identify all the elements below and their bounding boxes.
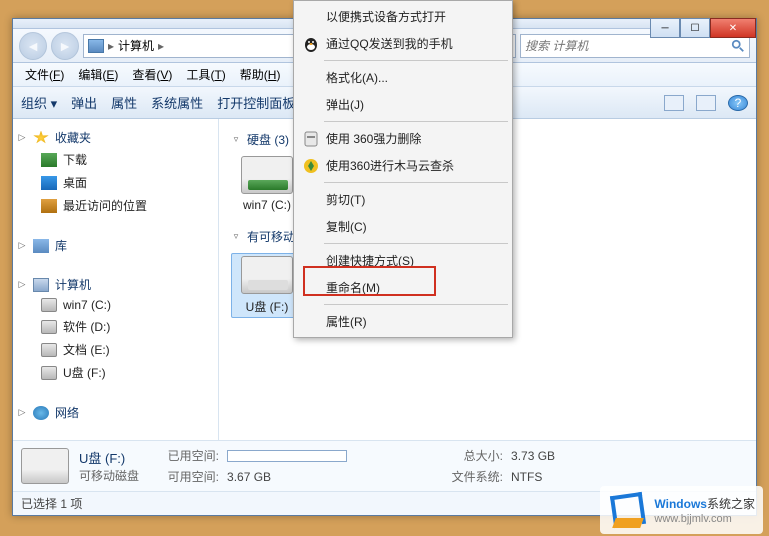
cm-format[interactable]: 格式化(A)... <box>296 64 510 91</box>
network-head[interactable]: ▷网络 <box>17 402 214 423</box>
cm-eject[interactable]: 弹出(J) <box>296 91 510 118</box>
drive-icon <box>41 366 57 380</box>
filesystem-label: 文件系统: <box>433 468 503 485</box>
computer-icon <box>88 39 104 53</box>
preview-pane-icon[interactable] <box>696 95 716 111</box>
watermark-logo-icon <box>608 490 648 530</box>
back-button[interactable]: ◄ <box>19 32 47 60</box>
eject-button[interactable]: 弹出 <box>71 93 97 112</box>
sidebar-item-recent[interactable]: 最近访问的位置 <box>17 194 214 217</box>
selected-drive-name: U盘 (F:) <box>79 448 139 467</box>
desktop-icon <box>41 176 57 190</box>
breadcrumb-item[interactable]: 计算机 <box>118 37 154 54</box>
sys-properties-button[interactable]: 系统属性 <box>151 93 203 112</box>
used-space-bar <box>227 450 347 462</box>
search-input[interactable] <box>525 39 731 53</box>
details-pane: U盘 (F:) 可移动磁盘 已用空间: 总大小: 3.73 GB 可用空间: 3… <box>13 440 756 491</box>
close-button[interactable]: ✕ <box>710 18 756 38</box>
cm-open-portable[interactable]: 以便携式设备方式打开 <box>296 3 510 30</box>
selection-count: 已选择 1 项 <box>21 495 82 512</box>
sidebar-item-drive-d[interactable]: 软件 (D:) <box>17 315 214 338</box>
menu-file[interactable]: 文件(F) <box>19 64 70 85</box>
watermark: Windows系统之家 www.bjjmlv.com <box>600 486 763 534</box>
cm-separator <box>324 182 508 183</box>
menu-view[interactable]: 查看(V) <box>126 64 178 85</box>
drive-icon <box>41 298 57 312</box>
recent-icon <box>41 199 57 213</box>
cm-360-delete[interactable]: 使用 360强力删除 <box>296 125 510 152</box>
total-size-label: 总大小: <box>433 447 503 464</box>
drive-icon <box>41 343 57 357</box>
star-icon <box>33 131 49 145</box>
sidebar: ▷收藏夹 下载 桌面 最近访问的位置 ▷库 ▷计算机 win7 (C:) 软件 … <box>13 119 219 440</box>
drive-icon <box>41 320 57 334</box>
control-panel-button[interactable]: 打开控制面板 <box>217 93 295 112</box>
cm-separator <box>324 243 508 244</box>
cm-cut[interactable]: 剪切(T) <box>296 186 510 213</box>
breadcrumb-sep: ▸ <box>158 39 164 53</box>
cm-separator <box>324 60 508 61</box>
minimize-button[interactable]: ─ <box>650 18 680 38</box>
favorites-head[interactable]: ▷收藏夹 <box>17 127 214 148</box>
context-menu: 以便携式设备方式打开 通过QQ发送到我的手机 格式化(A)... 弹出(J) 使… <box>293 0 513 338</box>
cm-360-scan[interactable]: 使用360进行木马云查杀 <box>296 152 510 179</box>
cm-copy[interactable]: 复制(C) <box>296 213 510 240</box>
library-icon <box>33 239 49 253</box>
maximize-button[interactable]: ☐ <box>680 18 710 38</box>
cm-create-shortcut[interactable]: 创建快捷方式(S) <box>296 247 510 274</box>
360-scan-icon <box>302 157 320 175</box>
menu-tools[interactable]: 工具(T) <box>180 64 231 85</box>
help-icon[interactable]: ? <box>728 95 748 111</box>
qq-icon <box>302 35 320 53</box>
free-space-value: 3.67 GB <box>227 470 287 484</box>
search-icon[interactable] <box>731 39 745 53</box>
cm-send-qq[interactable]: 通过QQ发送到我的手机 <box>296 30 510 57</box>
sidebar-item-desktop[interactable]: 桌面 <box>17 171 214 194</box>
drive-icon <box>241 156 293 194</box>
breadcrumb-sep: ▸ <box>108 39 114 53</box>
libraries-head[interactable]: ▷库 <box>17 235 214 256</box>
download-icon <box>41 153 57 167</box>
properties-button[interactable]: 属性 <box>111 93 137 112</box>
sidebar-item-drive-e[interactable]: 文档 (E:) <box>17 338 214 361</box>
computer-head[interactable]: ▷计算机 <box>17 274 214 295</box>
computer-icon <box>33 278 49 292</box>
cm-properties[interactable]: 属性(R) <box>296 308 510 335</box>
total-size-value: 3.73 GB <box>511 449 591 463</box>
free-space-label: 可用空间: <box>149 468 219 485</box>
sidebar-item-drive-f[interactable]: U盘 (F:) <box>17 361 214 384</box>
drive-thumbnail-icon <box>21 448 69 484</box>
organize-button[interactable]: 组织 ▾ <box>21 93 57 112</box>
cm-separator <box>324 121 508 122</box>
selected-drive-type: 可移动磁盘 <box>79 467 139 484</box>
watermark-brand2: 系统之家 <box>707 497 755 511</box>
cm-separator <box>324 304 508 305</box>
forward-button[interactable]: ► <box>51 32 79 60</box>
sidebar-item-drive-c[interactable]: win7 (C:) <box>17 295 214 315</box>
sidebar-item-downloads[interactable]: 下载 <box>17 148 214 171</box>
used-space-label: 已用空间: <box>149 447 219 464</box>
usb-drive-icon <box>241 256 293 294</box>
cm-rename[interactable]: 重命名(M) <box>296 274 510 301</box>
360-delete-icon <box>302 130 320 148</box>
view-options-icon[interactable] <box>664 95 684 111</box>
network-icon <box>33 406 49 420</box>
menu-edit[interactable]: 编辑(E) <box>72 64 124 85</box>
watermark-brand1: Windows <box>654 497 707 511</box>
menu-help[interactable]: 帮助(H) <box>234 64 287 85</box>
filesystem-value: NTFS <box>511 470 591 484</box>
watermark-url: www.bjjmlv.com <box>654 513 755 526</box>
drive-label: U盘 (F:) <box>234 298 300 315</box>
